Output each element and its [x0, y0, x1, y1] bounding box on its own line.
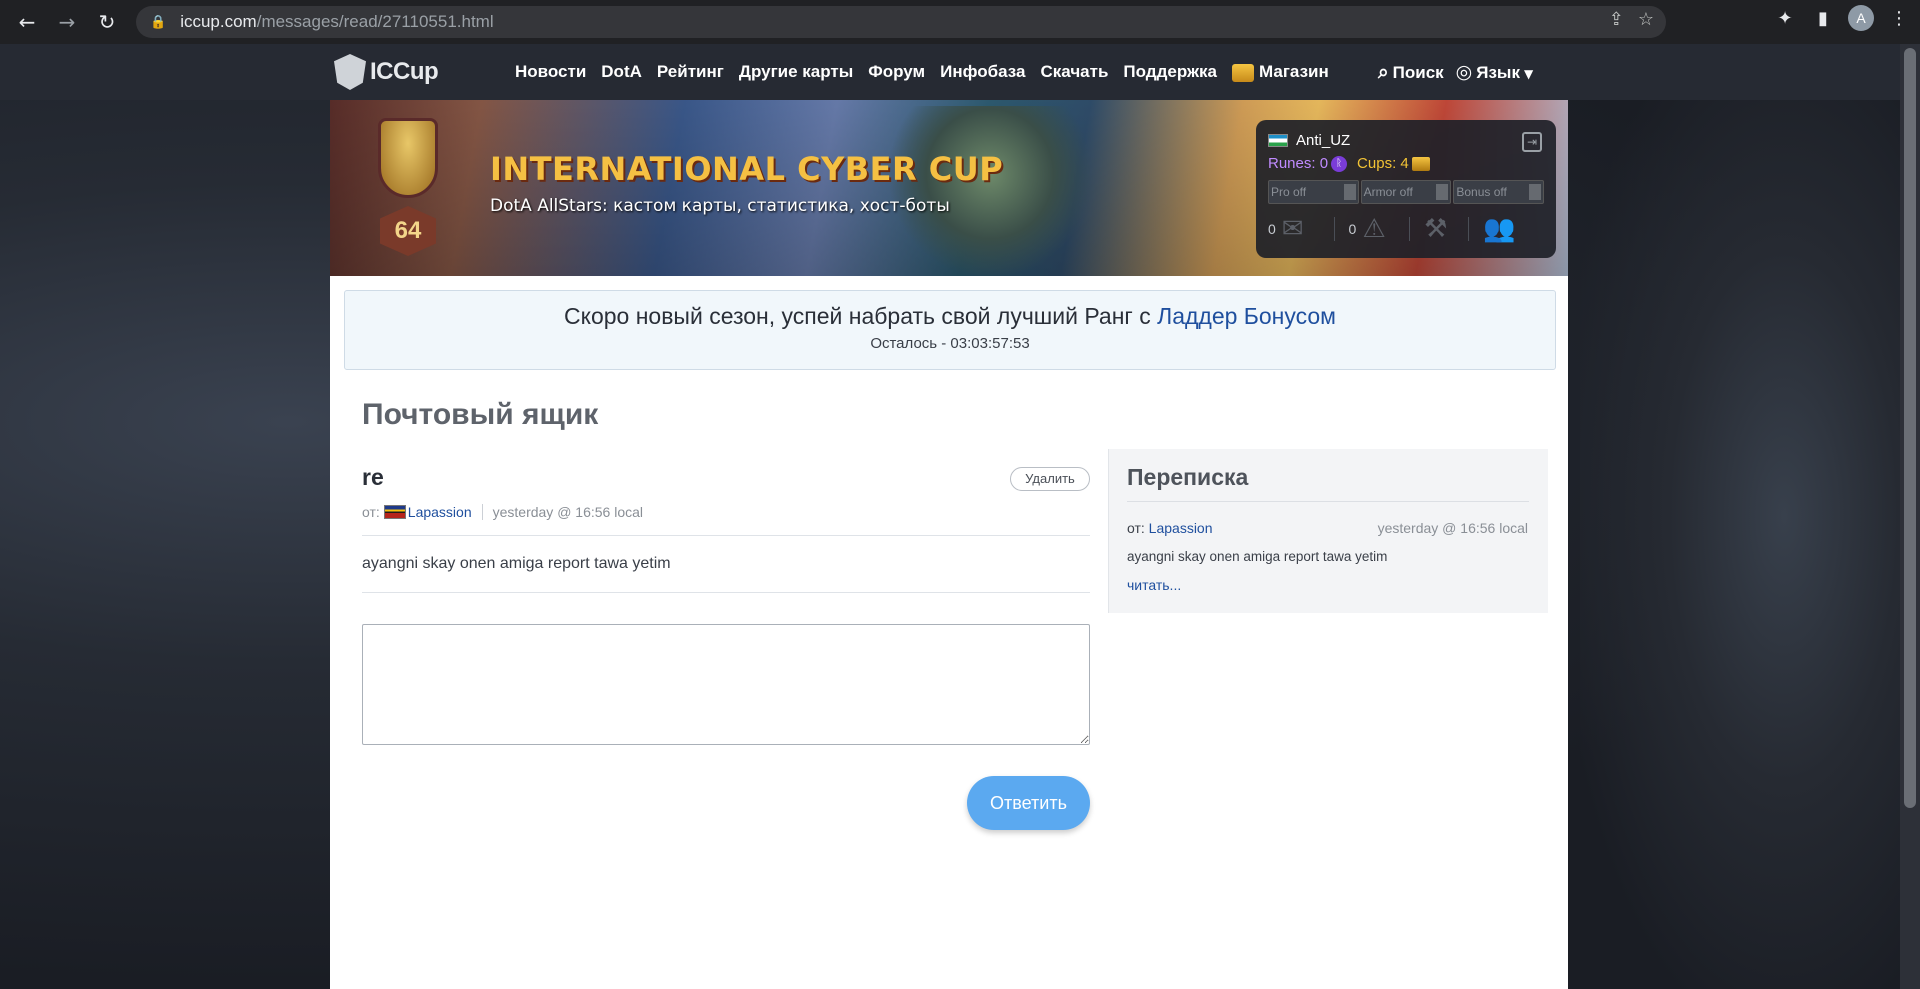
- correspondence-panel: Переписка от: Lapassion yesterday @ 16:5…: [1108, 449, 1548, 613]
- pro-toggle[interactable]: Pro off: [1268, 180, 1359, 205]
- page-scrollbar[interactable]: [1900, 44, 1920, 989]
- share-icon[interactable]: ⇪: [1609, 9, 1624, 30]
- nav-item-shop-label: Магазин: [1259, 62, 1329, 81]
- reload-icon[interactable]: ↻: [90, 5, 124, 39]
- url-path: /messages/read/27110551.html: [256, 12, 494, 31]
- correspondence-body: ayangni skay onen amiga report tawa yeti…: [1127, 549, 1388, 564]
- profile-avatar[interactable]: A: [1848, 5, 1874, 31]
- side-panel-icon[interactable]: ▮: [1810, 8, 1836, 29]
- messages-count: 0: [1268, 221, 1276, 238]
- sender-flag-icon: [383, 505, 406, 519]
- reply-button[interactable]: Ответить: [967, 776, 1090, 830]
- banner-title: INTERNATIONAL CYBER CUP: [490, 150, 1004, 188]
- lock-icon: 🔒: [150, 14, 167, 30]
- search-icon: ⌕: [1378, 61, 1389, 83]
- logo-shield-icon: [334, 54, 366, 90]
- friends-link[interactable]: 👥: [1483, 214, 1544, 244]
- season-notice: Скоро новый сезон, успей набрать свой лу…: [344, 290, 1556, 370]
- forward-icon[interactable]: →: [50, 5, 84, 39]
- nav-item-infobase[interactable]: Инфобаза: [940, 62, 1025, 82]
- search-link[interactable]: ⌕ Поиск: [1378, 61, 1444, 83]
- page-title: Почтовый ящик: [362, 398, 599, 431]
- correspondence-sender-link[interactable]: Lapassion: [1149, 520, 1213, 536]
- messages-link[interactable]: 0 ✉: [1268, 214, 1334, 244]
- nav-item-download[interactable]: Скачать: [1041, 62, 1109, 82]
- nav-item-news[interactable]: Новости: [515, 62, 586, 82]
- menu-kebab-icon[interactable]: ⋮: [1886, 8, 1912, 29]
- from-label: от:: [1127, 520, 1145, 536]
- language-dropdown[interactable]: ◎ Язык ▼: [1456, 61, 1538, 83]
- wrench-icon: ⚒: [1424, 214, 1448, 245]
- season-text: Скоро новый сезон, успей набрать свой лу…: [564, 303, 1151, 329]
- sender-link[interactable]: Lapassion: [408, 504, 472, 520]
- site-navbar: ICCup Новости DotA Рейтинг Другие карты …: [0, 44, 1900, 100]
- url-host: iccup.com: [180, 12, 257, 31]
- read-more-link[interactable]: читать...: [1127, 577, 1181, 593]
- users-icon: 👥: [1483, 214, 1516, 245]
- divider: [362, 535, 1090, 536]
- cups-counter: Cups: 4: [1357, 155, 1430, 172]
- correspondence-time: yesterday @ 16:56 local: [1377, 520, 1528, 536]
- uz-flag-icon: [1268, 134, 1288, 147]
- message-title: re: [362, 464, 384, 490]
- warnings-link[interactable]: 0 ⚠: [1349, 214, 1410, 244]
- cups-label: Cups: 4: [1357, 155, 1409, 173]
- extensions-icon[interactable]: ✦: [1772, 8, 1798, 29]
- bookmark-star-icon[interactable]: ☆: [1638, 9, 1654, 30]
- username[interactable]: Anti_UZ: [1296, 132, 1350, 149]
- main-content: Скоро новый сезон, успей набрать свой лу…: [330, 276, 1568, 989]
- caret-down-icon: ▼: [1523, 67, 1534, 81]
- message-meta: от: Lapassion yesterday @ 16:56 local: [362, 504, 643, 520]
- user-panel: Anti_UZ ⇥ Runes: 0ᚱ Cups: 4 Pro off Armo…: [1256, 120, 1556, 258]
- delete-button[interactable]: Удалить: [1010, 467, 1090, 491]
- search-label: Поиск: [1392, 63, 1444, 82]
- coins-icon: [1411, 157, 1430, 172]
- nav-item-support[interactable]: Поддержка: [1123, 62, 1217, 82]
- reply-textarea[interactable]: [362, 624, 1090, 745]
- ladder-bonus-link[interactable]: Ладдер Бонусом: [1157, 303, 1336, 329]
- nav-item-shop[interactable]: Магазин: [1232, 62, 1329, 82]
- nav-item-other-maps[interactable]: Другие карты: [739, 62, 853, 82]
- nav-item-rating[interactable]: Рейтинг: [657, 62, 724, 82]
- site-logo[interactable]: ICCup: [334, 54, 439, 90]
- language-label: Язык: [1476, 63, 1520, 82]
- divider: [1127, 501, 1529, 502]
- back-icon[interactable]: ←: [10, 5, 44, 39]
- bonus-toggle[interactable]: Bonus off: [1453, 180, 1545, 205]
- banner-creature-art: [890, 106, 1090, 276]
- gold-coins-icon: [1232, 63, 1255, 82]
- address-bar[interactable]: 🔒 iccup.com/messages/read/27110551.html …: [136, 6, 1666, 38]
- correspondence-title: Переписка: [1127, 464, 1249, 490]
- browser-toolbar: ← → ↻ 🔒 iccup.com/messages/read/27110551…: [0, 0, 1920, 44]
- from-label: от:: [362, 504, 380, 520]
- divider: [362, 592, 1090, 593]
- runes-label: Runes: 0: [1268, 155, 1329, 172]
- scrollbar-thumb[interactable]: [1904, 48, 1916, 808]
- correspondence-from: от: Lapassion: [1127, 520, 1213, 536]
- warning-icon: ⚠: [1362, 214, 1386, 245]
- season-timer: Осталось - 03:03:57:53: [870, 335, 1030, 352]
- logo-text: ICCup: [370, 58, 439, 85]
- main-menu: Новости DotA Рейтинг Другие карты Форум …: [515, 44, 1329, 100]
- level-badge: 64: [380, 206, 436, 256]
- nav-item-dota[interactable]: DotA: [601, 62, 642, 82]
- season-title: Скоро новый сезон, успей набрать свой лу…: [345, 303, 1555, 330]
- globe-icon: ◎: [1455, 61, 1473, 83]
- message-body: ayangni skay onen amiga report tawa yeti…: [362, 555, 671, 572]
- armor-toggle[interactable]: Armor off: [1360, 180, 1452, 205]
- settings-link[interactable]: ⚒: [1424, 214, 1468, 244]
- logout-icon[interactable]: ⇥: [1522, 132, 1542, 152]
- rune-icon: ᚱ: [1331, 156, 1348, 173]
- warnings-count: 0: [1348, 221, 1357, 238]
- message-time: yesterday @ 16:56 local: [492, 504, 644, 520]
- nav-item-forum[interactable]: Форум: [868, 62, 925, 82]
- runes-counter: Runes: 0ᚱ: [1268, 155, 1348, 173]
- banner-subtitle: DotA AllStars: кастом карты, статистика,…: [490, 196, 950, 216]
- envelope-icon: ✉: [1281, 214, 1304, 245]
- trophy-icon: 64: [370, 114, 444, 264]
